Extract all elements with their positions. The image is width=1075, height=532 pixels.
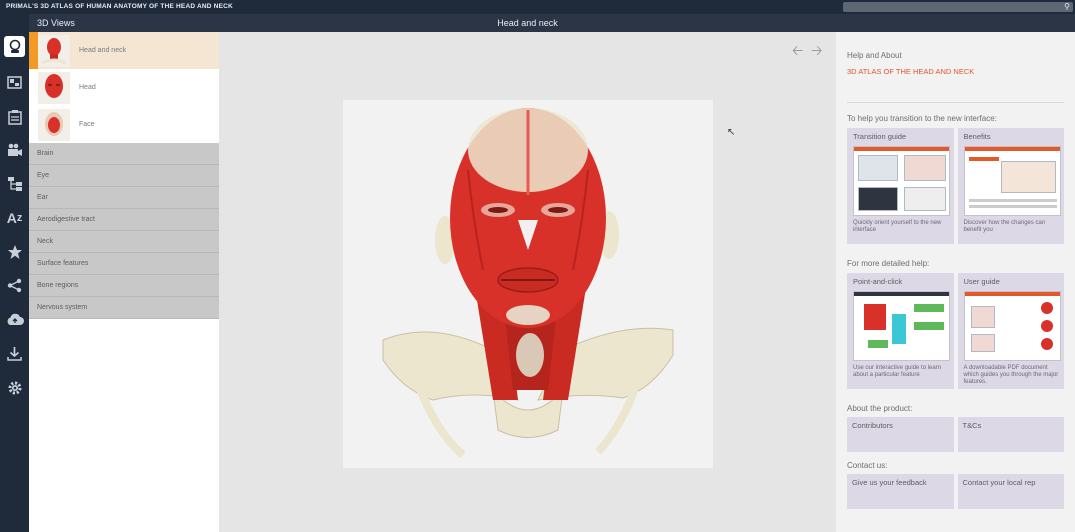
card-preview-image — [853, 291, 950, 361]
category-surface-features[interactable]: Surface features — [29, 253, 219, 275]
terms-button[interactable]: T&Cs — [957, 417, 1064, 452]
view-item-label: Head — [79, 84, 96, 91]
atlas-title: 3D ATLAS OF THE HEAD AND NECK — [847, 67, 975, 76]
contributors-button[interactable]: Contributors — [847, 417, 954, 452]
feedback-button[interactable]: Give us your feedback — [847, 474, 954, 509]
help-panel-header — [836, 14, 1075, 32]
card-description: Discover how the changes can benefit you — [963, 220, 1046, 233]
icon-sidebar: Az — [0, 14, 29, 532]
card-title: Benefits — [963, 132, 991, 141]
3d-viewer[interactable]: 🡠 🡢 ↖ — [219, 32, 836, 532]
favorites-icon[interactable] — [4, 241, 25, 262]
arrow-left-icon[interactable]: 🡠 — [792, 40, 803, 64]
category-aerodigestive-tract[interactable]: Aerodigestive tract — [29, 209, 219, 231]
category-eye[interactable]: Eye — [29, 165, 219, 187]
search-input[interactable]: ⚲ — [843, 2, 1073, 12]
download-icon[interactable] — [4, 343, 25, 364]
category-nervous-system[interactable]: Nervous system — [29, 297, 219, 319]
view-thumbnail — [38, 34, 70, 67]
title-bar: PRIMAL'S 3D ATLAS OF HUMAN ANATOMY OF TH… — [0, 0, 1075, 14]
about-product-heading: About the product: — [847, 404, 913, 413]
category-ear[interactable]: Ear — [29, 187, 219, 209]
search-icon[interactable]: ⚲ — [1064, 3, 1070, 11]
viewer-title: Head and neck — [219, 14, 836, 32]
transition-heading: To help you transition to the new interf… — [847, 114, 997, 123]
detailed-help-heading: For more detailed help: — [847, 259, 930, 268]
slides-icon[interactable] — [4, 72, 25, 93]
contact-heading: Contact us: — [847, 461, 888, 470]
anatomy-model-canvas[interactable] — [343, 100, 713, 468]
quiz-icon[interactable] — [4, 106, 25, 127]
3d-views-icon[interactable] — [4, 36, 25, 57]
card-description: A downloadable PDF document which guides… — [963, 365, 1059, 385]
card-title: Point-and-click — [853, 277, 903, 286]
settings-icon[interactable] — [4, 377, 25, 398]
card-description: Use our interactive guide to learn about… — [853, 365, 942, 378]
movies-icon[interactable] — [4, 139, 25, 160]
contact-rep-button[interactable]: Contact your local rep — [957, 474, 1064, 509]
card-title: Transition guide — [853, 132, 907, 141]
hierarchy-icon[interactable] — [4, 173, 25, 194]
view-item-face[interactable]: Face — [29, 106, 219, 143]
view-item-label: Face — [79, 121, 95, 128]
view-thumbnail — [38, 71, 70, 104]
app-title: PRIMAL'S 3D ATLAS OF HUMAN ANATOMY OF TH… — [6, 3, 233, 10]
card-preview-image — [963, 291, 1061, 361]
view-item-label: Head and neck — [79, 47, 127, 54]
card-description: Quickly orient yourself to the new inter… — [853, 220, 942, 233]
point-and-click-card[interactable]: Point-and-click Use our interactive guid… — [847, 273, 954, 389]
a-z-index-icon[interactable]: Az — [4, 207, 25, 228]
view-item-head[interactable]: Head — [29, 69, 219, 106]
view-thumbnail — [38, 108, 70, 141]
mouse-cursor: ↖ — [727, 127, 736, 138]
help-about-heading: Help and About — [847, 51, 902, 60]
card-preview-image — [963, 146, 1061, 216]
divider — [847, 102, 1064, 103]
views-panel-title: 3D Views — [29, 14, 219, 32]
category-brain[interactable]: Brain — [29, 143, 219, 165]
cloud-icon[interactable] — [4, 309, 25, 330]
card-title: User guide — [963, 277, 1000, 286]
category-neck[interactable]: Neck — [29, 231, 219, 253]
card-preview-image — [853, 146, 950, 216]
head-and-neck-model[interactable] — [343, 100, 713, 468]
benefits-card[interactable]: Benefits Discover how the changes can be… — [957, 128, 1064, 244]
arrow-right-icon[interactable]: 🡢 — [811, 40, 822, 64]
share-icon[interactable] — [4, 275, 25, 296]
view-item-head-and-neck[interactable]: Head and neck — [29, 32, 219, 69]
transition-guide-card[interactable]: Transition guide Quickly orient yourself… — [847, 128, 954, 244]
help-panel: Help and About 3D ATLAS OF THE HEAD AND … — [836, 14, 1075, 532]
category-bone-regions[interactable]: Bone regions — [29, 275, 219, 297]
views-panel: 3D Views Head and neck Head Face Brain E… — [29, 14, 219, 532]
user-guide-card[interactable]: User guide A downloadable PDF document w… — [957, 273, 1064, 389]
